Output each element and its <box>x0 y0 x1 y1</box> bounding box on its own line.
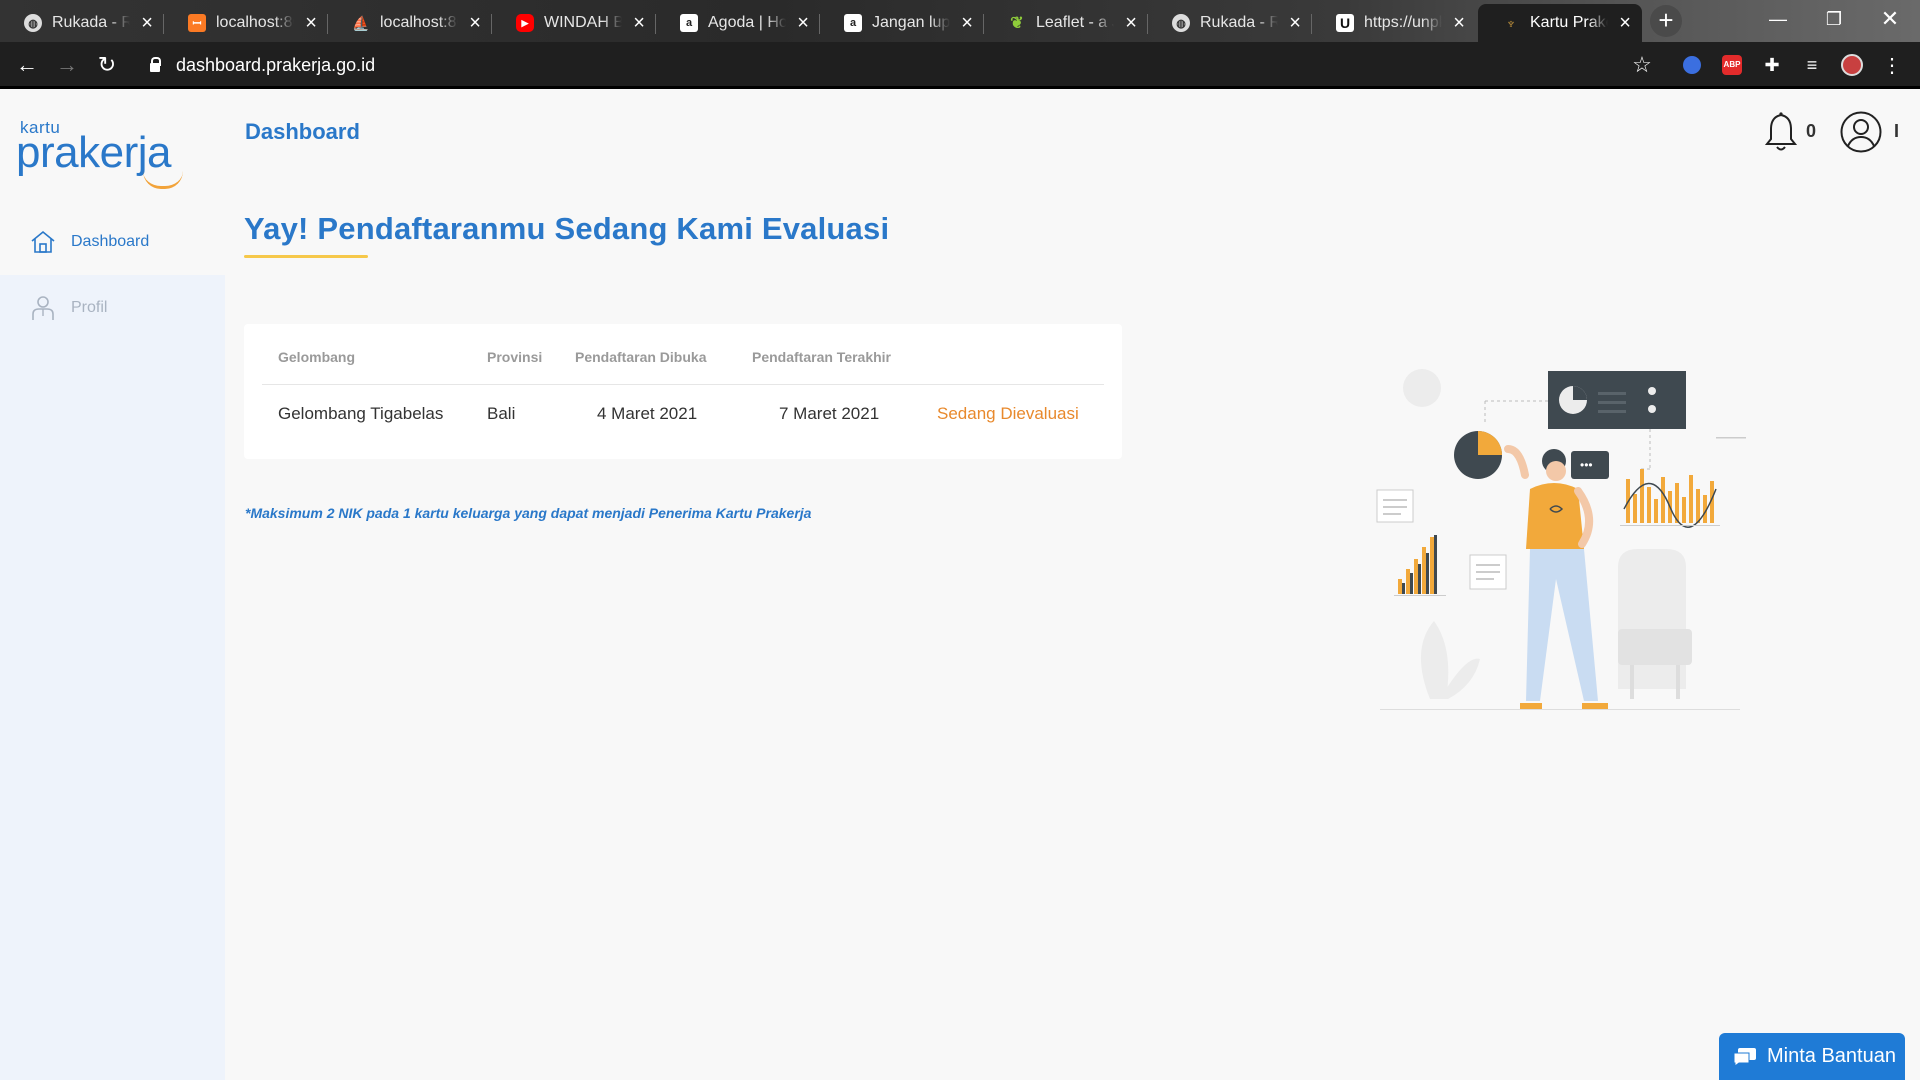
close-tab-icon[interactable]: × <box>304 12 318 35</box>
logo[interactable]: kartu prakerja <box>0 89 225 209</box>
close-window-button[interactable]: ✕ <box>1862 0 1918 38</box>
xampp-icon: ꟷ <box>188 14 206 32</box>
close-tab-icon[interactable]: × <box>1618 12 1632 35</box>
status-badge: Sedang Dievaluasi <box>937 404 1079 423</box>
agoda-icon: a <box>680 14 698 32</box>
tab-title: localhost:80 <box>216 14 295 31</box>
help-button-label: Minta Bantuan <box>1767 1045 1896 1067</box>
page-title: Dashboard <box>245 119 360 144</box>
browser-tab[interactable]: a Jangan lupa × <box>820 4 984 42</box>
tab-title: Rukada - Re <box>52 14 131 31</box>
restore-button[interactable]: ❐ <box>1806 0 1862 38</box>
address-bar[interactable]: dashboard.prakerja.go.id <box>150 50 375 80</box>
garuda-icon: ♆ <box>1505 15 1517 31</box>
sidebar: kartu prakerja Dashboard Profil <box>0 89 225 1080</box>
status-headline: Yay! Pendaftaranmu Sedang Kami Evaluasi <box>244 211 890 246</box>
globe-icon: ◍ <box>1172 14 1190 32</box>
sidebar-item-dashboard[interactable]: Dashboard <box>0 209 225 275</box>
browser-tab[interactable]: ⛵ localhost:80 × <box>328 4 492 42</box>
eligibility-note: *Maksimum 2 NIK pada 1 kartu keluarga ya… <box>245 505 812 521</box>
browser-menu-icon[interactable]: ⋮ <box>1880 53 1904 77</box>
logo-swoosh <box>143 171 183 189</box>
browser-tab[interactable]: ◍ Rukada - Re × <box>0 4 164 42</box>
tab-title: localhost:80 <box>380 14 459 31</box>
chat-icon <box>1733 1047 1756 1067</box>
tab-title: https://unpk <box>1364 14 1443 31</box>
adblock-icon[interactable]: ABP <box>1720 53 1744 77</box>
headline-underline <box>244 255 368 258</box>
help-button[interactable]: Minta Bantuan <box>1719 1033 1905 1080</box>
evaluation-illustration: ••• <box>1376 369 1746 710</box>
globe-icon: ◍ <box>24 14 42 32</box>
media-control-icon[interactable]: ≡ <box>1800 53 1824 77</box>
sidebar-item-label: Profil <box>71 299 108 316</box>
sidebar-item-label: Dashboard <box>71 233 150 250</box>
browser-tab[interactable]: a Agoda | Hot × <box>656 4 820 42</box>
cell-gelombang: Gelombang Tigabelas <box>278 404 444 423</box>
cell-provinsi: Bali <box>487 404 516 423</box>
browser-toolbar: ← → ↻ dashboard.prakerja.go.id ☆ ABP ✚ ≡… <box>0 42 1920 88</box>
tab-title: Jangan lupa <box>872 14 951 31</box>
page: kartu prakerja Dashboard Profil Dashboar… <box>0 89 1920 1080</box>
u-icon: U <box>1336 14 1354 32</box>
user-profile-icon <box>32 296 54 320</box>
browser-tab[interactable]: ❦ Leaflet - a Ja × <box>984 4 1148 42</box>
user-initial[interactable]: I <box>1894 121 1899 142</box>
phpmyadmin-icon: ⛵ <box>352 14 370 31</box>
back-button[interactable]: ← <box>12 50 42 80</box>
close-tab-icon[interactable]: × <box>1288 12 1302 35</box>
column-header-pendaftaran-terakhir: Pendaftaran Terakhir <box>752 349 892 365</box>
close-tab-icon[interactable]: × <box>960 12 974 35</box>
amazon-icon: a <box>844 14 862 32</box>
table-divider <box>262 384 1104 385</box>
tab-title: Kartu Praker <box>1530 14 1608 31</box>
close-tab-icon[interactable]: × <box>1124 12 1138 35</box>
browser-tab[interactable]: ◍ Rukada - Re × <box>1148 4 1312 42</box>
home-icon <box>31 230 55 253</box>
close-tab-icon[interactable]: × <box>468 12 482 35</box>
minimize-button[interactable]: — <box>1750 0 1806 38</box>
url-text: dashboard.prakerja.go.id <box>176 54 376 75</box>
browser-tab-active[interactable]: ♆ Kartu Praker × <box>1478 4 1642 42</box>
youtube-icon: ▶ <box>516 14 534 32</box>
user-avatar-icon[interactable] <box>1840 111 1882 153</box>
notification-count: 0 <box>1806 121 1817 141</box>
tab-title: Rukada - Re <box>1200 14 1279 31</box>
cell-pendaftaran-terakhir: 7 Maret 2021 <box>779 404 880 423</box>
new-tab-button[interactable]: + <box>1650 5 1682 37</box>
close-tab-icon[interactable]: × <box>632 12 646 35</box>
browser-tab[interactable]: ▶ WINDAH BA × <box>492 4 656 42</box>
bookmark-star-icon[interactable]: ☆ <box>1630 52 1654 77</box>
tab-title: Leaflet - a Ja <box>1036 14 1114 31</box>
cell-pendaftaran-dibuka: 4 Maret 2021 <box>597 404 698 423</box>
extension-bookmark-icon[interactable] <box>1680 53 1704 77</box>
leaflet-icon: ❦ <box>1010 15 1024 32</box>
column-header-gelombang: Gelombang <box>278 349 356 365</box>
sidebar-item-profil[interactable]: Profil <box>0 275 225 341</box>
close-tab-icon[interactable]: × <box>796 12 810 35</box>
browser-tab[interactable]: ꟷ localhost:80 × <box>164 4 328 42</box>
tab-title: WINDAH BA <box>544 14 623 31</box>
close-tab-icon[interactable]: × <box>140 12 154 35</box>
browser-tab[interactable]: U https://unpk × <box>1312 4 1476 42</box>
close-tab-icon[interactable]: × <box>1452 12 1466 35</box>
svg-text:•••: ••• <box>1580 458 1593 472</box>
profile-avatar-icon[interactable] <box>1840 53 1864 77</box>
registration-table-card: Gelombang Provinsi Pendaftaran Dibuka Pe… <box>244 324 1122 459</box>
forward-button[interactable]: → <box>52 50 82 80</box>
tab-title: Agoda | Hot <box>708 14 787 31</box>
reload-button[interactable]: ↻ <box>92 50 122 80</box>
column-header-provinsi: Provinsi <box>487 349 543 365</box>
browser-tab-strip: ◍ Rukada - Re × ꟷ localhost:80 × ⛵ local… <box>0 0 1920 42</box>
lock-icon <box>150 57 161 72</box>
extensions-puzzle-icon[interactable]: ✚ <box>1760 53 1784 77</box>
notification-bell-icon[interactable] <box>1763 111 1799 153</box>
column-header-pendaftaran-dibuka: Pendaftaran Dibuka <box>575 349 707 365</box>
